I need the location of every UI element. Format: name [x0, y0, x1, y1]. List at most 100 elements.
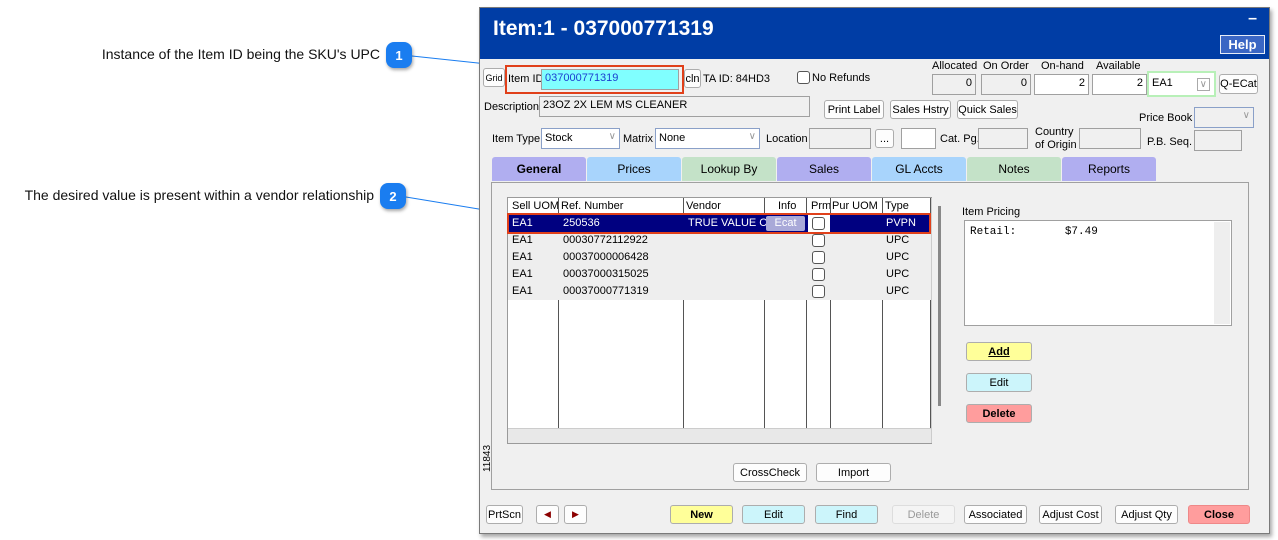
no-refunds-label: No Refunds [812, 72, 871, 84]
price-book-select[interactable]: ∨ [1194, 107, 1254, 128]
find-button[interactable]: Find [815, 505, 878, 524]
pb-seq-input[interactable] [1194, 130, 1242, 151]
tab-notes[interactable]: Notes [967, 157, 1061, 181]
edit-price-button[interactable]: Edit [966, 373, 1032, 392]
table-row[interactable]: EA1 00037000315025 UPC [508, 266, 931, 283]
tab-reports[interactable]: Reports [1062, 157, 1156, 181]
grid-button[interactable]: Grid [483, 68, 505, 87]
adjust-qty-button[interactable]: Adjust Qty [1115, 505, 1178, 524]
prm-checkbox[interactable] [812, 251, 825, 264]
tab-lookup-by[interactable]: Lookup By [682, 157, 776, 181]
q-ecat-button[interactable]: Q-ECat [1219, 74, 1258, 94]
print-label-button[interactable]: Print Label [824, 100, 884, 119]
help-button[interactable]: Help [1220, 35, 1265, 54]
matrix-value: None [659, 132, 686, 144]
vendor-row-highlight [507, 213, 931, 234]
next-record-button[interactable]: ▶ [564, 505, 587, 524]
cln-button[interactable]: cln [684, 69, 701, 88]
edit-button[interactable]: Edit [742, 505, 805, 524]
chevron-down-icon: ∨ [748, 131, 756, 142]
cell-ref-number: 00037000315025 [563, 268, 649, 280]
available-label: Available [1096, 60, 1141, 72]
sales-history-button[interactable]: Sales Hstry [890, 100, 951, 119]
tab-sales[interactable]: Sales [777, 157, 871, 181]
delete-price-button[interactable]: Delete [966, 404, 1032, 423]
tab-general[interactable]: General [492, 157, 586, 181]
on-hand-value: 2 [1034, 74, 1089, 95]
grid-horizontal-scrollbar[interactable] [508, 428, 931, 443]
item-id-highlight [505, 65, 684, 94]
uom-select[interactable]: EA1 ∨ [1147, 71, 1216, 97]
no-refunds-checkbox[interactable] [797, 71, 810, 84]
country-label-line1: Country [1035, 126, 1074, 138]
on-order-value: 0 [981, 74, 1031, 95]
table-row[interactable]: EA1 00037000006428 UPC [508, 249, 931, 266]
uom-value: EA1 [1152, 77, 1173, 89]
on-order-label: On Order [983, 60, 1029, 72]
retail-label: Retail: [970, 226, 1017, 238]
callout-badge-2: 2 [380, 183, 406, 209]
associated-button[interactable]: Associated [964, 505, 1027, 524]
callout-badge-1: 1 [386, 42, 412, 68]
add-price-button[interactable]: Add [966, 342, 1032, 361]
item-type-value: Stock [545, 132, 573, 144]
quick-sales-button[interactable]: Quick Sales [957, 100, 1018, 119]
delete-button[interactable]: Delete [892, 505, 955, 524]
country-input[interactable] [1079, 128, 1141, 149]
item-type-select[interactable]: Stock ∨ [541, 128, 620, 149]
prm-checkbox[interactable] [812, 268, 825, 281]
matrix-label: Matrix [623, 133, 653, 145]
scrollbar-thumb[interactable] [938, 206, 941, 406]
cell-type: UPC [886, 268, 910, 280]
cln-label: cln [685, 72, 700, 85]
cell-type: UPC [886, 251, 910, 263]
allocated-value: 0 [932, 74, 976, 95]
item-type-label: Item Type [492, 133, 541, 145]
print-screen-button[interactable]: PrtScn [486, 505, 523, 524]
callout-text-2: The desired value is present within a ve… [24, 187, 374, 203]
retail-value: $7.49 [1064, 226, 1098, 238]
callout-text-1: Instance of the Item ID being the SKU's … [101, 46, 380, 62]
cell-ref-number: 00037000006428 [563, 251, 649, 263]
crosscheck-button[interactable]: CrossCheck [733, 463, 807, 482]
grid-vertical-scrollbar[interactable] [931, 198, 947, 443]
table-row[interactable]: EA1 00037000771319 UPC [508, 283, 931, 300]
lookup-grid: Sell UOM Ref. Number Vendor Info Prm Pur… [507, 197, 947, 444]
country-label: Country of Origin [1035, 126, 1077, 152]
table-row[interactable]: EA1 00030772112922 UPC [508, 232, 931, 249]
matrix-select[interactable]: None ∨ [655, 128, 760, 149]
chevron-down-icon: ∨ [608, 131, 616, 142]
minimize-button[interactable]: – [1248, 10, 1257, 28]
country-label-line2: of Origin [1035, 139, 1077, 151]
location-extra-input[interactable] [901, 128, 936, 149]
cell-type: UPC [886, 285, 910, 297]
location-input[interactable] [809, 128, 871, 149]
on-hand-label: On-hand [1041, 60, 1084, 72]
previous-record-button[interactable]: ◀ [536, 505, 559, 524]
available-value: 2 [1092, 74, 1147, 95]
description-label: Description [484, 101, 540, 113]
cell-ref-number: 00037000771319 [563, 285, 649, 297]
cell-type: UPC [886, 234, 910, 246]
tab-prices[interactable]: Prices [587, 157, 681, 181]
cell-ref-number: 00030772112922 [563, 234, 648, 246]
cell-sell-uom: EA1 [512, 268, 533, 280]
title-bar: Item:1 - 037000771319 – Help [480, 8, 1269, 59]
location-browse-button[interactable]: ... [875, 129, 894, 148]
item-window: Item:1 - 037000771319 – Help Grid Item I… [479, 7, 1270, 534]
item-pricing-box: Retail: $7.49 [964, 220, 1232, 326]
prm-checkbox[interactable] [812, 285, 825, 298]
tab-gl-accts[interactable]: GL Accts [872, 157, 966, 181]
close-button[interactable]: Close [1188, 505, 1250, 524]
import-button[interactable]: Import [816, 463, 891, 482]
adjust-cost-button[interactable]: Adjust Cost [1039, 505, 1102, 524]
item-pricing-label: Item Pricing [962, 206, 1021, 218]
description-input[interactable]: 23OZ 2X LEM MS CLEANER [539, 96, 810, 117]
pb-seq-label: P.B. Seq. [1147, 136, 1193, 148]
cat-pg-input[interactable] [978, 128, 1028, 149]
prm-checkbox[interactable] [812, 234, 825, 247]
cat-pg-label: Cat. Pg. [940, 133, 980, 145]
record-count-label: 11843 [482, 444, 494, 473]
new-button[interactable]: New [670, 505, 733, 524]
pricing-scrollbar[interactable] [1214, 222, 1230, 324]
